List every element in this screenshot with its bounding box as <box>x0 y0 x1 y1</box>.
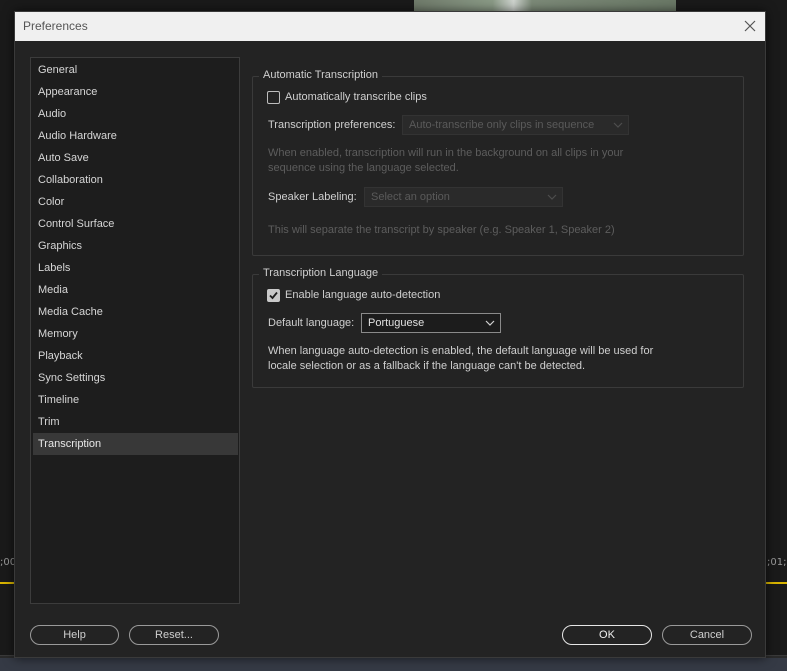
background-timeline-line <box>766 582 787 584</box>
preferences-dialog: Preferences General Appearance Audio Aud… <box>14 11 766 658</box>
dialog-title: Preferences <box>23 19 88 33</box>
sidebar-item-graphics[interactable]: Graphics <box>33 235 238 257</box>
default-language-select[interactable]: Portuguese <box>361 313 501 333</box>
transcription-language-group: Transcription Language Enable language a… <box>252 267 744 388</box>
sidebar-item-color[interactable]: Color <box>33 191 238 213</box>
sidebar-item-media[interactable]: Media <box>33 279 238 301</box>
sidebar-item-playback[interactable]: Playback <box>33 345 238 367</box>
sidebar-item-general[interactable]: General <box>33 59 238 81</box>
background-timeline-line <box>0 582 14 584</box>
sidebar-item-memory[interactable]: Memory <box>33 323 238 345</box>
language-autodetect-label[interactable]: Enable language auto-detection <box>285 289 440 301</box>
sidebar-item-sync-settings[interactable]: Sync Settings <box>33 367 238 389</box>
dialog-titlebar: Preferences <box>15 12 765 41</box>
default-language-label: Default language: <box>268 317 355 329</box>
reset-button[interactable]: Reset... <box>129 625 219 645</box>
checkmark-icon <box>269 291 278 300</box>
chevron-down-icon <box>613 116 623 140</box>
auto-transcribe-checkbox[interactable] <box>267 91 280 104</box>
speaker-labeling-select[interactable]: Select an option <box>364 187 563 207</box>
preferences-sidebar: General Appearance Audio Audio Hardware … <box>30 57 240 604</box>
speaker-labeling-help: This will separate the transcript by spe… <box>268 224 615 236</box>
transcription-preferences-label: Transcription preferences: <box>268 119 396 131</box>
sidebar-item-media-cache[interactable]: Media Cache <box>33 301 238 323</box>
default-language-value: Portuguese <box>368 317 425 329</box>
sidebar-item-collaboration[interactable]: Collaboration <box>33 169 238 191</box>
close-button[interactable] <box>739 16 761 36</box>
sidebar-item-timeline[interactable]: Timeline <box>33 389 238 411</box>
default-language-help-line-1: When language auto-detection is enabled,… <box>268 345 654 357</box>
transcription-preferences-help-line-2: sequence using the language selected. <box>268 162 459 174</box>
help-button[interactable]: Help <box>30 625 119 645</box>
sidebar-item-appearance[interactable]: Appearance <box>33 81 238 103</box>
default-language-help-line-2: locale selection or as a fallback if the… <box>268 360 586 372</box>
transcription-preferences-help-line-1: When enabled, transcription will run in … <box>268 147 624 159</box>
chevron-down-icon <box>547 188 557 212</box>
transcription-preferences-select[interactable]: Auto-transcribe only clips in sequence <box>402 115 629 135</box>
sidebar-item-auto-save[interactable]: Auto Save <box>33 147 238 169</box>
transcription-preferences-value: Auto-transcribe only clips in sequence <box>409 119 595 131</box>
transcription-language-title: Transcription Language <box>259 267 383 279</box>
sidebar-item-trim[interactable]: Trim <box>33 411 238 433</box>
sidebar-item-labels[interactable]: Labels <box>33 257 238 279</box>
chevron-down-icon <box>485 314 495 338</box>
automatic-transcription-title: Automatic Transcription <box>259 69 382 81</box>
background-timecode-right: ;01;00 <box>767 557 787 568</box>
sidebar-item-control-surface[interactable]: Control Surface <box>33 213 238 235</box>
close-icon <box>744 20 756 32</box>
speaker-labeling-label: Speaker Labeling: <box>268 191 357 203</box>
sidebar-item-audio[interactable]: Audio <box>33 103 238 125</box>
speaker-labeling-placeholder: Select an option <box>371 191 450 203</box>
ok-button[interactable]: OK <box>562 625 652 645</box>
automatic-transcription-group: Automatic Transcription Automatically tr… <box>252 69 744 256</box>
cancel-button[interactable]: Cancel <box>662 625 752 645</box>
sidebar-item-transcription[interactable]: Transcription <box>33 433 238 455</box>
sidebar-item-audio-hardware[interactable]: Audio Hardware <box>33 125 238 147</box>
language-autodetect-checkbox[interactable] <box>267 289 280 302</box>
auto-transcribe-label[interactable]: Automatically transcribe clips <box>285 91 427 103</box>
